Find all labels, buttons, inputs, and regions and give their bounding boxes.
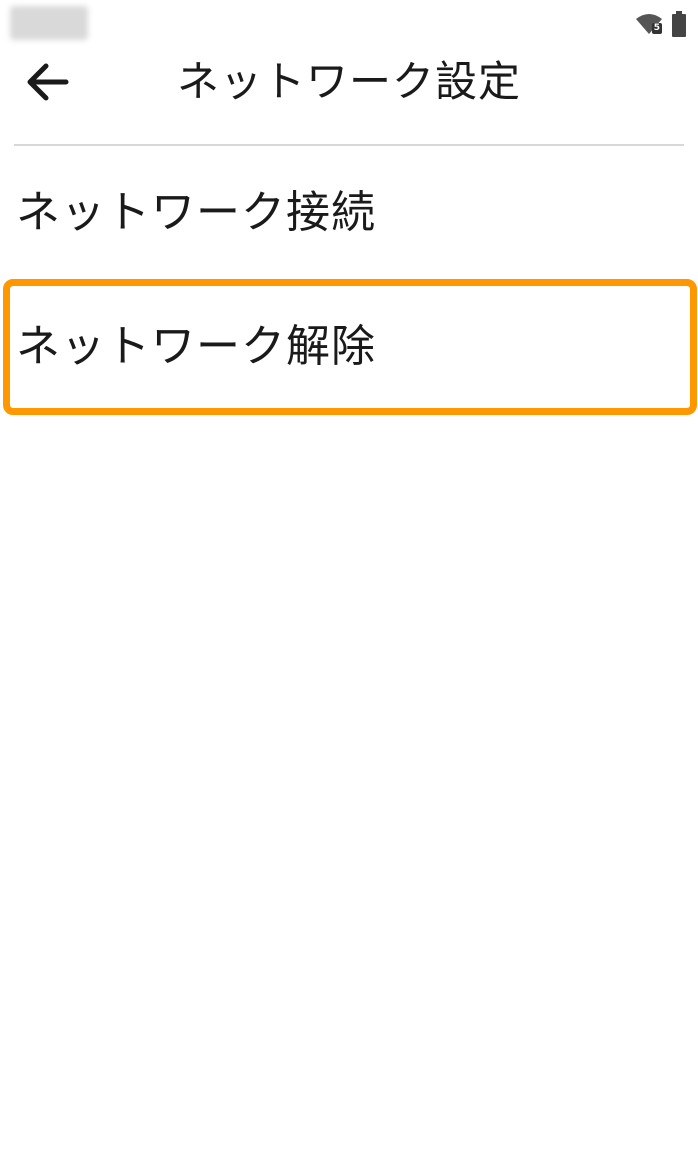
menu-item-label: ネットワーク解除 xyxy=(16,321,376,372)
page-title: ネットワーク設定 xyxy=(176,57,521,106)
wifi-icon: 5 xyxy=(636,13,662,35)
status-time-blurred xyxy=(10,6,88,40)
status-icons: 5 xyxy=(636,10,686,38)
menu-item-network-connect[interactable]: ネットワーク接続 xyxy=(0,148,698,278)
menu-item-label: ネットワーク接続 xyxy=(16,187,376,238)
battery-icon xyxy=(672,11,686,37)
menu-item-network-disconnect[interactable]: ネットワーク解除 xyxy=(0,282,698,412)
status-bar: 5 xyxy=(0,0,698,44)
app-bar: ネットワーク設定 xyxy=(0,44,698,144)
wifi-badge: 5 xyxy=(651,23,662,34)
header-divider xyxy=(14,144,684,146)
